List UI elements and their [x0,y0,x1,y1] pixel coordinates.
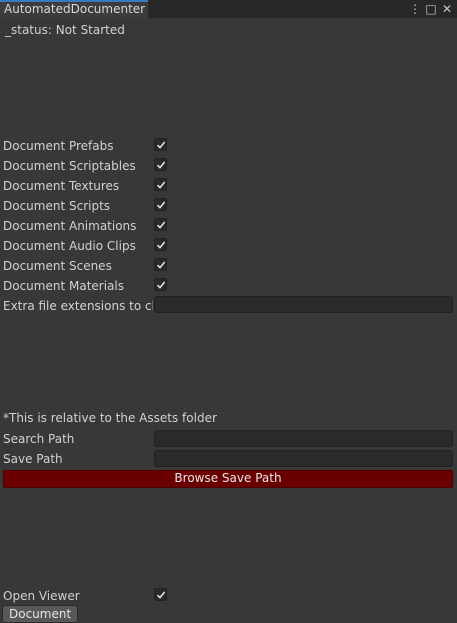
save-path-label: Save Path [3,452,63,466]
document-scriptables-checkbox[interactable] [154,158,167,171]
search-path-label: Search Path [3,432,75,446]
open-viewer-checkbox[interactable] [154,588,167,601]
maximize-icon[interactable]: □ [425,2,437,16]
editor-window: AutomatedDocumenter ⋮ □ ✕ _status: Not S… [0,0,457,623]
close-icon[interactable]: ✕ [441,2,453,16]
checkmark-icon [156,221,166,229]
more-options-icon[interactable]: ⋮ [409,2,421,16]
window-controls: ⋮ □ ✕ [409,1,453,17]
toggle-row-audio-clips: Document Audio Clips [3,237,455,255]
document-button[interactable]: Document [2,605,79,623]
tab-automated-documenter[interactable]: AutomatedDocumenter [0,0,148,18]
toggle-row-animations: Document Animations [3,217,455,235]
open-viewer-row: Open Viewer [3,587,455,605]
document-audio-clips-checkbox[interactable] [154,238,167,251]
toggle-label: Document Animations [3,219,137,233]
toggle-label: Document Scripts [3,199,111,213]
toggle-label: Document Materials [3,279,124,293]
extra-extensions-input[interactable] [154,296,453,313]
toggle-row-scripts: Document Scripts [3,197,455,215]
extra-extensions-row: Extra file extensions to che [3,296,455,314]
toggle-row-scenes: Document Scenes [3,257,455,275]
document-animations-checkbox[interactable] [154,218,167,231]
checkmark-icon [156,201,166,209]
extra-extensions-label: Extra file extensions to che [3,299,153,313]
document-textures-checkbox[interactable] [154,178,167,191]
toggle-row-materials: Document Materials [3,277,455,295]
relative-path-note: *This is relative to the Assets folder [3,411,217,425]
tab-title: AutomatedDocumenter [4,2,146,16]
toggle-label: Document Scenes [3,259,112,273]
tab-bar: AutomatedDocumenter ⋮ □ ✕ [0,0,457,18]
checkmark-icon [156,141,166,149]
checkmark-icon [156,241,166,249]
checkmark-icon [156,181,166,189]
toggle-label: Document Prefabs [3,139,114,153]
status-text: _status: Not Started [5,23,125,37]
browse-save-path-button[interactable]: Browse Save Path [3,470,453,488]
document-scenes-checkbox[interactable] [154,258,167,271]
save-path-input[interactable] [154,450,453,467]
checkmark-icon [156,281,166,289]
open-viewer-label: Open Viewer [3,589,80,603]
document-scripts-checkbox[interactable] [154,198,167,211]
document-materials-checkbox[interactable] [154,278,167,291]
checkmark-icon [156,161,166,169]
toggle-row-prefabs: Document Prefabs [3,137,455,155]
search-path-input[interactable] [154,430,453,447]
save-path-row: Save Path [3,450,455,468]
checkmark-icon [156,261,166,269]
toggle-label: Document Scriptables [3,159,136,173]
toggle-label: Document Textures [3,179,120,193]
toggle-label: Document Audio Clips [3,239,136,253]
toggle-row-textures: Document Textures [3,177,455,195]
toggle-row-scriptables: Document Scriptables [3,157,455,175]
document-prefabs-checkbox[interactable] [154,138,167,151]
checkmark-icon [156,591,166,599]
search-path-row: Search Path [3,430,455,448]
